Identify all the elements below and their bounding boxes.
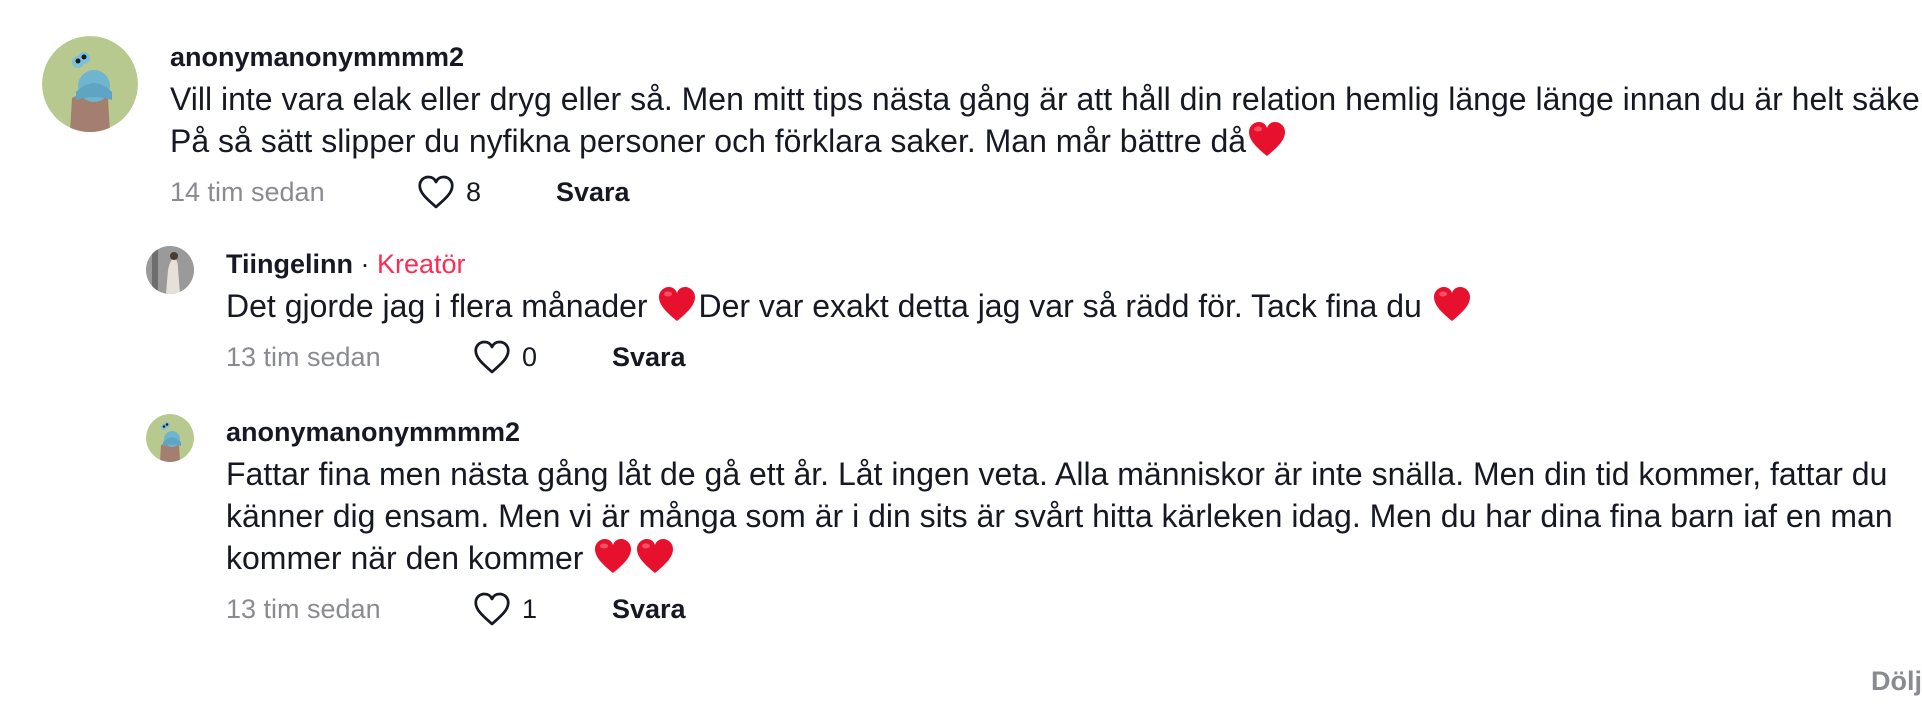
heart-emoji-icon [635,537,675,575]
heart-outline-icon[interactable] [416,172,456,212]
comment-meta: 14 tim sedan 8 Svara [170,172,1922,212]
username-separator: · [353,249,377,279]
cartoon-avatar-icon[interactable] [146,414,194,462]
reply-meta: 13 tim sedan 0 Svara [226,337,1922,377]
heart-outline-icon[interactable] [472,589,512,629]
reply-content: Tiingelinn · Kreatör Det gjorde jag i fl… [226,246,1922,377]
reply-username[interactable]: anonymanonymmmm2 [226,415,1906,449]
comment-text-body: Vill inte vara elak eller dryg eller så.… [170,81,1922,159]
comment-content: anonymanonymmmm2 Vill inte vara elak ell… [170,36,1922,212]
reply-meta: 13 tim sedan 1 Svara [226,589,1906,629]
comment-item: anonymanonymmmm2 Vill inte vara elak ell… [42,36,1922,212]
creator-badge: Kreatör [377,249,466,279]
reply-text-part: Der var exakt detta jag var så rädd för.… [698,288,1431,324]
heart-emoji-icon [1247,120,1287,158]
reply-text: Fattar fina men nästa gång låt de gå ett… [226,453,1906,579]
reply-button[interactable]: Svara [556,177,630,208]
reply-content: anonymanonymmmm2 Fattar fina men nästa g… [226,414,1906,629]
reply-timestamp: 13 tim sedan [226,341,381,372]
photo-avatar-icon[interactable] [146,246,194,294]
reply-timestamp: 13 tim sedan [226,593,381,624]
heart-emoji-icon [1432,285,1472,323]
reply-text-body: Fattar fina men nästa gång låt de gå ett… [226,456,1893,576]
reply-button[interactable]: Svara [612,594,686,625]
heart-emoji-icon [657,285,697,323]
reply-username[interactable]: Tiingelinn [226,249,353,279]
heart-outline-icon[interactable] [472,337,512,377]
heart-emoji-icon [593,537,633,575]
like-button[interactable]: 0 [472,337,612,377]
like-count: 0 [522,341,538,372]
like-button[interactable]: 1 [472,589,612,629]
comment-timestamp: 14 tim sedan [170,176,325,207]
comment-username[interactable]: anonymanonymmmm2 [170,40,1922,74]
like-count: 1 [522,593,538,624]
like-count: 8 [466,176,482,207]
comment-text: Vill inte vara elak eller dryg eller så.… [170,78,1922,162]
reply-item: Tiingelinn · Kreatör Det gjorde jag i fl… [146,246,1922,377]
hide-replies-button[interactable]: Dölj [1871,666,1922,697]
reply-button[interactable]: Svara [612,342,686,373]
reply-username-line: Tiingelinn · Kreatör [226,247,1922,281]
reply-item: anonymanonymmmm2 Fattar fina men nästa g… [146,414,1906,629]
cartoon-avatar-icon[interactable] [42,36,138,132]
reply-text-part: Det gjorde jag i flera månader [226,288,657,324]
like-button[interactable]: 8 [416,172,556,212]
reply-text: Det gjorde jag i flera månader Der var e… [226,285,1922,327]
